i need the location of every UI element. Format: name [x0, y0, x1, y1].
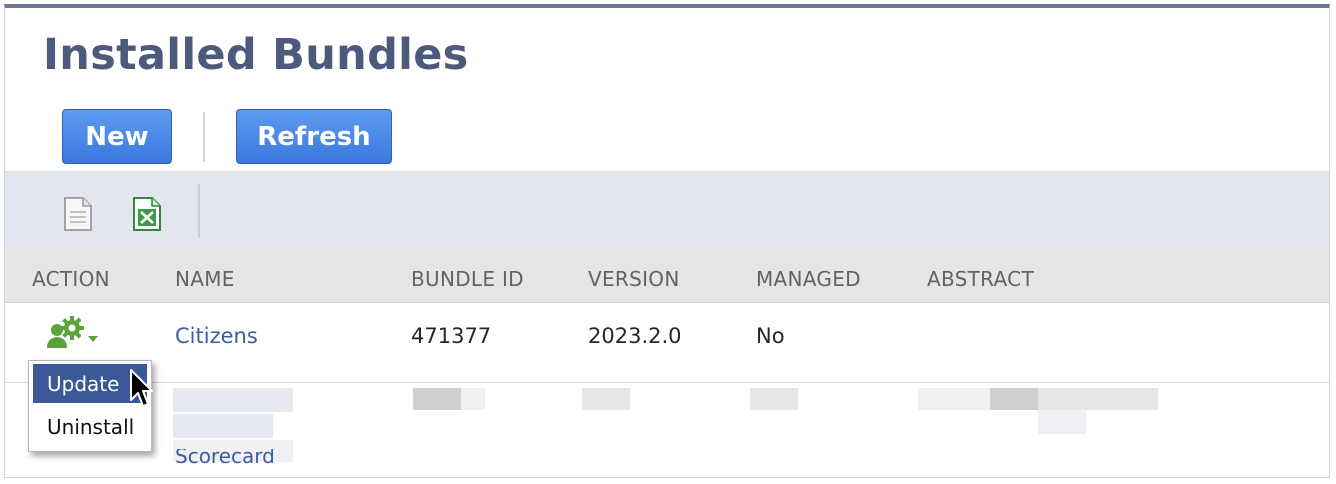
menu-item-uninstall[interactable]: Uninstall: [33, 407, 147, 446]
obscured-abstract: [990, 388, 1038, 410]
table-row: Citizens 471377 2023.2.0 No: [5, 304, 1329, 383]
document-icon[interactable]: [59, 195, 95, 233]
obscured-bundle-id: [413, 388, 461, 410]
obscured-name: [173, 388, 293, 412]
obscured-abstract: [1038, 388, 1158, 410]
column-version[interactable]: VERSION: [588, 267, 680, 291]
obscured-abstract: [918, 388, 990, 410]
obscured-version: [582, 388, 630, 410]
column-bundle-id[interactable]: BUNDLE ID: [411, 267, 524, 291]
table-header: ACTION NAME BUNDLE ID VERSION MANAGED AB…: [5, 250, 1329, 303]
obscured-abstract: [1038, 410, 1086, 434]
refresh-button[interactable]: Refresh: [236, 109, 392, 164]
mouse-pointer-icon: [130, 369, 153, 407]
column-action[interactable]: ACTION: [32, 267, 110, 291]
toolbar-divider: [198, 184, 200, 238]
obscured-name: [173, 414, 273, 438]
action-gear-menu-icon[interactable]: [45, 314, 103, 354]
button-divider: [203, 112, 205, 162]
page-title: Installed Bundles: [43, 30, 469, 80]
table-row: Scorecard: [5, 383, 1329, 477]
column-managed[interactable]: MANAGED: [756, 267, 861, 291]
bundle-id-cell: 471377: [411, 324, 492, 348]
version-cell: 2023.2.0: [588, 324, 682, 348]
new-button[interactable]: New: [62, 109, 172, 164]
bundle-name-link[interactable]: Citizens: [175, 324, 258, 348]
list-toolbar: [5, 171, 1329, 250]
bundle-name-link-partial[interactable]: Scorecard: [175, 449, 275, 467]
bundles-panel: Installed Bundles New Refresh ACTION NAM…: [4, 4, 1330, 478]
obscured-bundle-id: [461, 388, 485, 410]
obscured-managed: [750, 388, 798, 410]
managed-cell: No: [756, 324, 785, 348]
column-name[interactable]: NAME: [175, 267, 235, 291]
excel-export-icon[interactable]: [129, 195, 165, 233]
column-abstract[interactable]: ABSTRACT: [927, 267, 1034, 291]
